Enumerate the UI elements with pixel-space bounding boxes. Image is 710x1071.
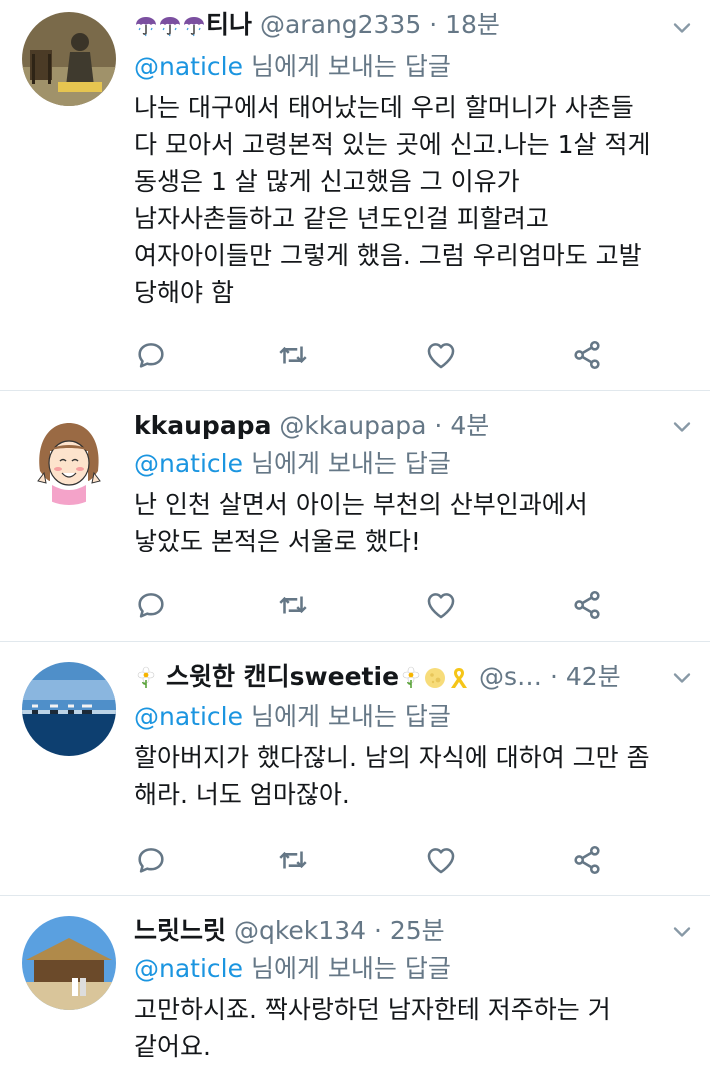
reply-mention[interactable]: @naticle: [134, 702, 243, 731]
reply-context: @naticle 님에게 보내는 답글: [134, 50, 451, 84]
retweet-icon[interactable]: [276, 338, 310, 372]
avatar[interactable]: [22, 916, 116, 1010]
display-name[interactable]: 스윗한 캔디sweetie: [166, 662, 399, 691]
separator-dot: ·: [434, 411, 443, 440]
user-handle[interactable]: @qkek134: [234, 916, 366, 945]
reply-label: 님에게 보내는 답글: [250, 954, 451, 983]
tweet-item[interactable]: kkaupapa @kkaupapa · 4분 @naticle 님에게 보내는…: [0, 391, 710, 642]
share-icon[interactable]: [570, 338, 604, 372]
tweet-line: 여자아이들만 그렇게 했음. 그럼 우리엄마도 고발: [134, 241, 642, 270]
tweet-line: 난 인천 살면서 아이는 부천의 산부인과에서: [134, 490, 588, 519]
separator-dot: ·: [549, 662, 558, 691]
reply-label: 님에게 보내는 답글: [250, 449, 451, 478]
timestamp[interactable]: 18분: [445, 10, 500, 39]
tweet-line: 다 모아서 고령본적 있는 곳에 신고.나는 1살 적게: [134, 130, 651, 159]
like-icon[interactable]: [424, 843, 458, 877]
tweet-text: 나는 대구에서 태어났는데 우리 할머니가 사촌들 다 모아서 고령본적 있는 …: [134, 89, 694, 311]
avatar[interactable]: [22, 411, 116, 505]
like-icon[interactable]: [424, 338, 458, 372]
tweet-line: 해라. 너도 엄마잖아.: [134, 780, 350, 809]
reply-label: 님에게 보내는 답글: [250, 52, 451, 81]
timestamp[interactable]: 25분: [390, 916, 445, 945]
user-handle[interactable]: @s…: [479, 662, 542, 691]
yellow-ribbon-icon: [447, 666, 471, 690]
tweet-text: 난 인천 살면서 아이는 부천의 산부인과에서 낳았도 본적은 서울로 했다!: [134, 486, 694, 560]
tweet-actions: [134, 338, 614, 372]
tweet-line: 나는 대구에서 태어났는데 우리 할머니가 사촌들: [134, 93, 634, 122]
tweet-header: 스윗한 캔디sweetie @s… · 42분: [134, 660, 650, 694]
reply-mention[interactable]: @naticle: [134, 449, 243, 478]
timestamp[interactable]: 4분: [450, 411, 489, 440]
avatar[interactable]: [22, 662, 116, 756]
user-handle[interactable]: @arang2335: [260, 10, 421, 39]
tweet-item[interactable]: 스윗한 캔디sweetie @s… · 42분 @naticle 님에게 보내는…: [0, 642, 710, 896]
user-handle[interactable]: @kkaupapa: [279, 411, 426, 440]
like-icon[interactable]: [424, 588, 458, 622]
retweet-icon[interactable]: [276, 588, 310, 622]
share-icon[interactable]: [570, 588, 604, 622]
reply-context: @naticle 님에게 보내는 답글: [134, 447, 451, 481]
umbrella-icon: [134, 14, 158, 38]
display-name[interactable]: kkaupapa: [134, 411, 271, 440]
reply-context: @naticle 님에게 보내는 답글: [134, 952, 451, 986]
separator-dot: ·: [429, 10, 438, 39]
reply-icon[interactable]: [134, 338, 168, 372]
tweet-line: 고만하시죠. 짝사랑하던 남자한테 저주하는 거: [134, 995, 611, 1024]
moon-icon: [423, 666, 447, 690]
display-name[interactable]: 티나: [206, 10, 252, 39]
umbrella-icon: [182, 14, 206, 38]
chevron-down-icon[interactable]: [668, 413, 696, 441]
separator-dot: ·: [373, 916, 382, 945]
tweet-header: 느릿느릿 @qkek134 · 25분: [134, 914, 650, 948]
tweet-header: kkaupapa @kkaupapa · 4분: [134, 409, 650, 443]
reply-context: @naticle 님에게 보내는 답글: [134, 700, 451, 734]
tweet-line: 같어요.: [134, 1032, 211, 1061]
reply-label: 님에게 보내는 답글: [250, 702, 451, 731]
share-icon[interactable]: [570, 843, 604, 877]
timestamp[interactable]: 42분: [566, 662, 621, 691]
reply-icon[interactable]: [134, 843, 168, 877]
tweet-line: 남자사촌들하고 같은 년도인걸 피할려고: [134, 204, 549, 233]
umbrella-icon: [158, 14, 182, 38]
tweet-actions: [134, 588, 614, 622]
reply-mention[interactable]: @naticle: [134, 52, 243, 81]
flower-icon: [134, 666, 158, 690]
tweet-actions: [134, 843, 614, 877]
tweet-header: 티나 @arang2335 · 18분: [134, 8, 650, 42]
flower-icon: [399, 666, 423, 690]
display-name[interactable]: 느릿느릿: [134, 916, 226, 945]
tweet-line: 동생은 1 살 많게 신고했음 그 이유가: [134, 167, 520, 196]
tweet-text: 고만하시죠. 짝사랑하던 남자한테 저주하는 거 같어요.: [134, 991, 694, 1065]
chevron-down-icon[interactable]: [668, 14, 696, 42]
tweet-line: 낳았도 본적은 서울로 했다!: [134, 527, 421, 556]
reply-icon[interactable]: [134, 588, 168, 622]
retweet-icon[interactable]: [276, 843, 310, 877]
tweet-line: 할아버지가 했다잖니. 남의 자식에 대하여 그만 좀: [134, 743, 650, 772]
chevron-down-icon[interactable]: [668, 918, 696, 946]
tweet-item[interactable]: 티나 @arang2335 · 18분 @naticle 님에게 보내는 답글 …: [0, 0, 710, 391]
tweet-item[interactable]: 느릿느릿 @qkek134 · 25분 @naticle 님에게 보내는 답글 …: [0, 896, 710, 1071]
tweet-line: 당해야 함: [134, 278, 234, 307]
reply-mention[interactable]: @naticle: [134, 954, 243, 983]
avatar[interactable]: [22, 12, 116, 106]
tweet-text: 할아버지가 했다잖니. 남의 자식에 대하여 그만 좀 해라. 너도 엄마잖아.: [134, 739, 694, 813]
chevron-down-icon[interactable]: [668, 664, 696, 692]
